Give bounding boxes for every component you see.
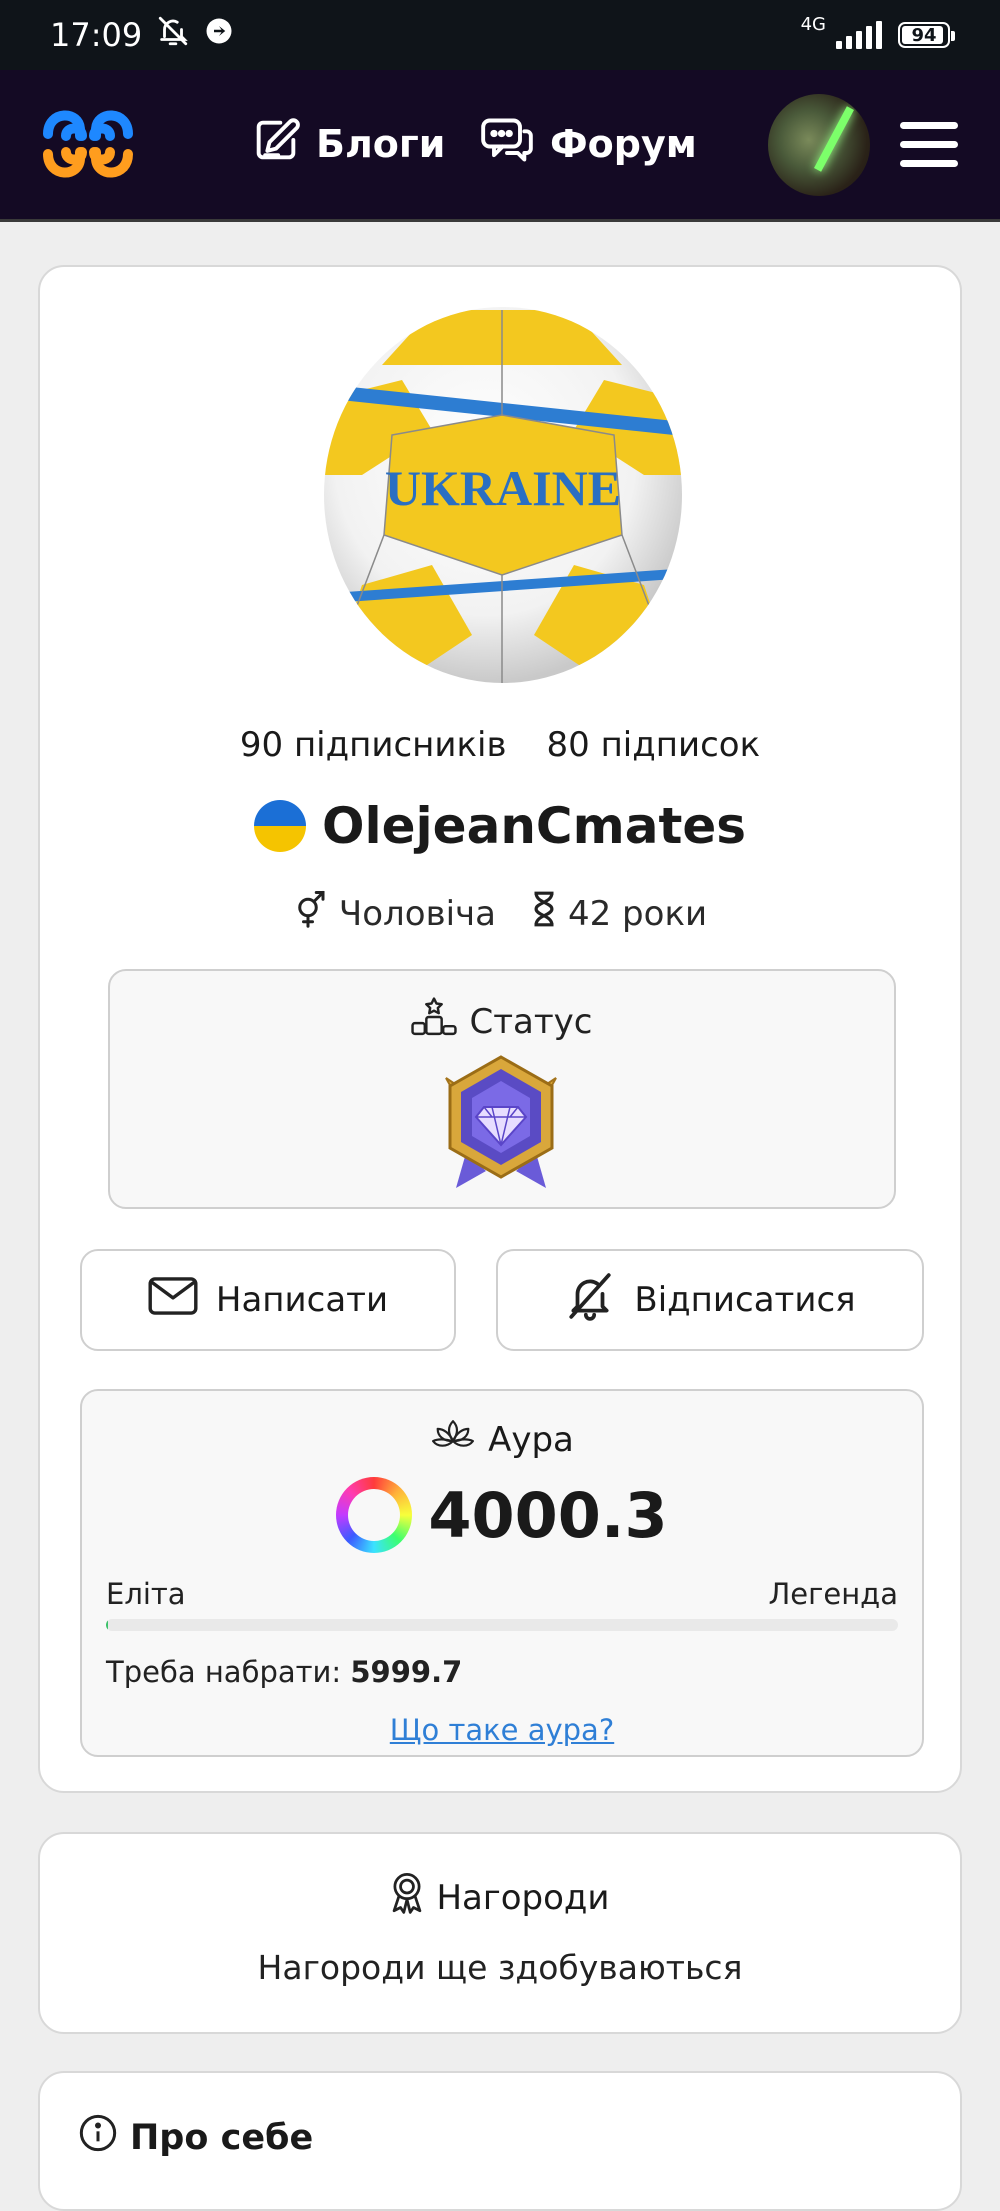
status-label: Статус (469, 1001, 593, 1042)
aura-need: Треба набрати: 5999.7 (106, 1655, 462, 1689)
award-medal-icon (390, 1872, 424, 1923)
info-icon (78, 2113, 118, 2162)
write-message-button[interactable]: Написати (80, 1249, 456, 1351)
site-logo[interactable] (36, 92, 140, 196)
nav-forum-label: Форум (550, 122, 697, 166)
unsubscribe-button[interactable]: Відписатися (496, 1249, 924, 1351)
about-label: Про себе (130, 2117, 314, 2158)
diamond-rank-badge (445, 1055, 557, 1188)
direction-icon (204, 16, 234, 54)
aura-value-row: 4000.3 (82, 1477, 922, 1553)
ball-text: UKRAINE (385, 460, 621, 516)
write-message-label: Написати (215, 1280, 389, 1320)
awards-card: Нагороди Нагороди ще здобуваються (38, 1832, 962, 2034)
battery-icon: 94 (898, 22, 955, 48)
status-section: Статус (108, 969, 896, 1209)
what-is-aura-link[interactable]: Що таке аура? (82, 1713, 922, 1747)
awards-empty-text: Нагороди ще здобуваються (257, 1948, 743, 1987)
site-header: Блоги Форум (0, 70, 1000, 222)
aura-level-labels: Еліта Легенда (106, 1577, 898, 1611)
status-bar: 17:09 4G 94 (0, 0, 1000, 70)
age-label: 42 роки (567, 893, 708, 934)
gender-info: Чоловіча (293, 889, 496, 938)
profile-card: UKRAINE 90 підписників 80 підписок Oleje… (38, 265, 962, 1793)
hamburger-icon[interactable] (900, 122, 958, 168)
nav-forum[interactable]: Форум (478, 118, 697, 170)
profile-meta: Чоловіча 42 роки (40, 889, 960, 938)
aura-level-next: Легенда (768, 1577, 898, 1611)
battery-level: 94 (911, 24, 937, 46)
user-avatar[interactable] (768, 94, 870, 196)
lotus-icon (430, 1417, 476, 1462)
aura-need-value: 5999.7 (350, 1655, 463, 1689)
ukraine-flag-icon (253, 800, 306, 852)
signal-icon (836, 21, 882, 49)
aura-progress-fill (106, 1619, 109, 1631)
follow-stats: 90 підписників 80 підписок (40, 725, 960, 765)
nav-blogs[interactable]: Блоги (250, 117, 446, 170)
age-info: 42 роки (530, 890, 707, 937)
aura-section: Аура 4000.3 Еліта Легенда Треба набрати:… (80, 1389, 924, 1757)
profile-avatar-ball: UKRAINE (324, 307, 682, 683)
following-count[interactable]: 80 підписок (547, 725, 761, 765)
username-row: OlejeanCmates (40, 797, 960, 855)
status-right: 4G 94 (801, 16, 955, 49)
aura-value: 4000.3 (428, 1478, 668, 1552)
mail-icon (148, 1276, 198, 1324)
chat-icon (478, 114, 536, 175)
network-type: 4G (800, 14, 826, 35)
about-card: Про себе (38, 2071, 962, 2211)
awards-label: Нагороди (436, 1877, 610, 1918)
unsubscribe-label: Відписатися (634, 1280, 856, 1320)
gender-label: Чоловіча (338, 893, 496, 934)
about-title: Про себе (78, 2113, 313, 2162)
hourglass-icon (530, 890, 558, 937)
aura-label: Аура (488, 1419, 574, 1460)
gender-icon (293, 889, 329, 938)
nav-blogs-label: Блоги (316, 122, 446, 166)
edit-icon (250, 114, 302, 175)
aura-title: Аура (82, 1417, 922, 1462)
podium-icon (411, 997, 458, 1046)
aura-ring-icon (336, 1477, 413, 1553)
aura-level-current: Еліта (106, 1577, 186, 1611)
aura-progress-bar (106, 1619, 898, 1631)
bell-off-icon (564, 1271, 616, 1330)
clock: 17:09 (50, 16, 143, 54)
followers-count[interactable]: 90 підписників (240, 725, 507, 765)
username: OlejeanCmates (321, 797, 747, 855)
status-left: 17:09 (50, 14, 234, 56)
awards-title: Нагороди (40, 1872, 960, 1923)
bell-off-icon (156, 14, 190, 56)
avatar-lightsaber (814, 106, 854, 172)
status-title: Статус (110, 997, 894, 1046)
aura-need-label: Треба набрати: (106, 1655, 342, 1689)
